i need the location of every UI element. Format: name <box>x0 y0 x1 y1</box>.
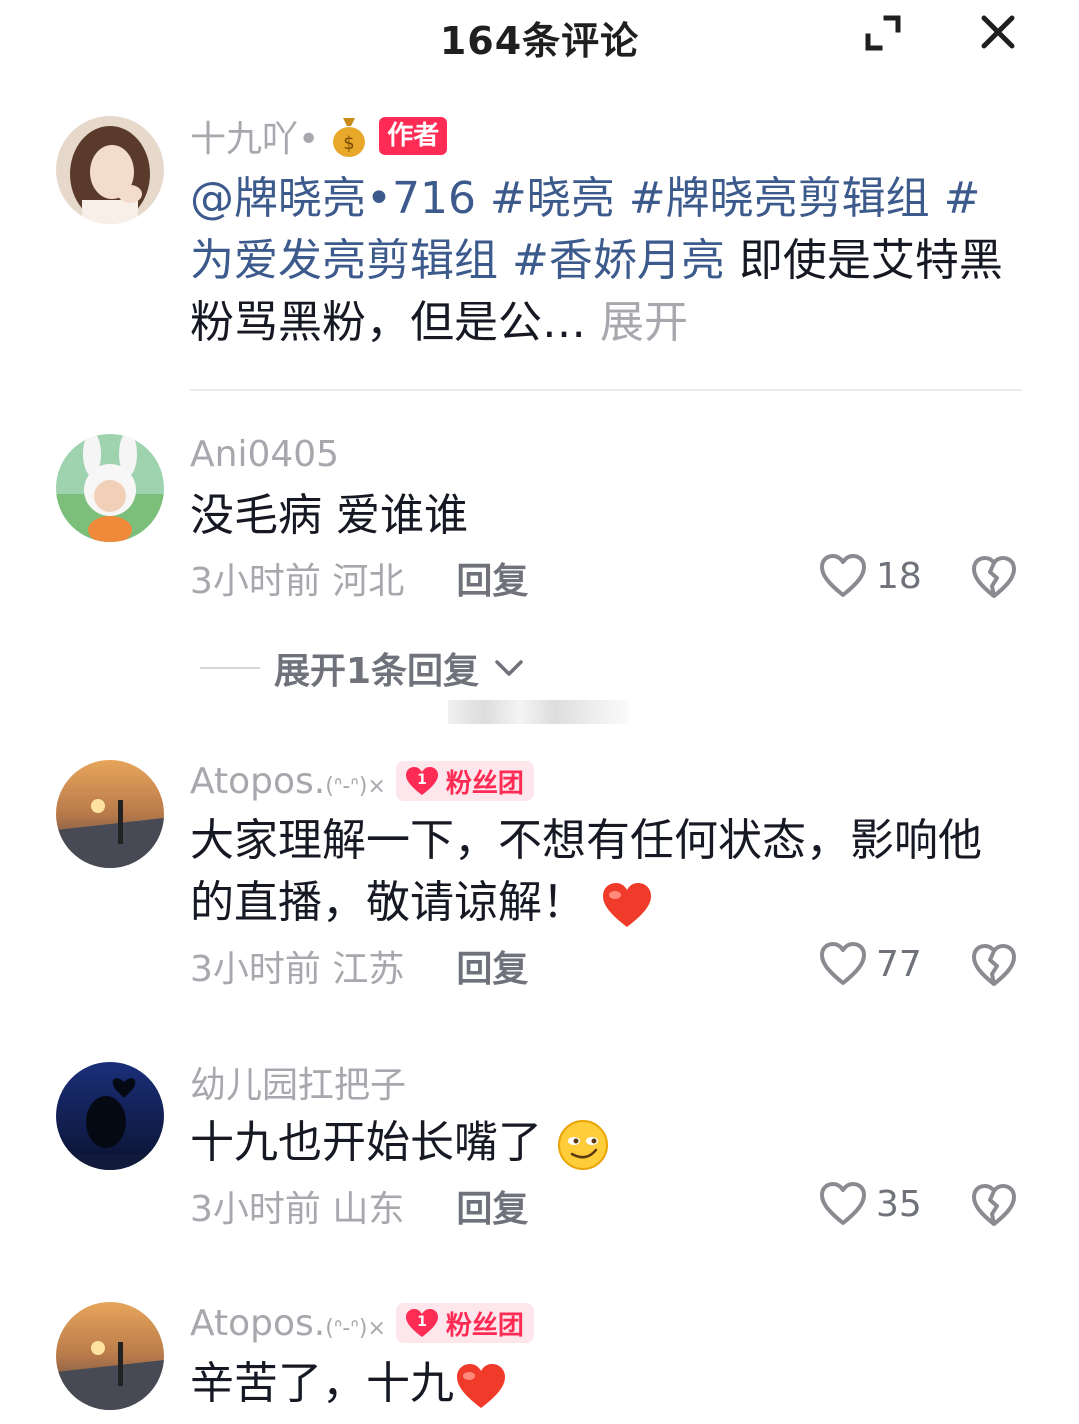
smirk-emoji-icon <box>558 1120 608 1170</box>
username[interactable]: Ani0405 <box>190 434 339 475</box>
blurred-area <box>448 700 628 724</box>
svg-text:1: 1 <box>417 1314 427 1330</box>
reply-button[interactable]: 回复 <box>456 552 528 604</box>
heart-icon <box>820 554 866 597</box>
broken-heart-icon[interactable] <box>970 942 1018 990</box>
comment-text: 辛苦了，十九 <box>190 1353 1020 1415</box>
comment-text: @牌晓亮•716 #晓亮 #牌晓亮剪辑组 #为爱发亮剪辑组 #香娇月亮 即使是艾… <box>190 168 1020 354</box>
avatar[interactable] <box>56 760 164 868</box>
fan-club-badge: 1 粉丝团 <box>395 761 534 801</box>
heart-level-icon: 1 <box>405 767 438 795</box>
expand-replies-label: 展开1条回复 <box>274 651 480 692</box>
red-heart-emoji-icon <box>457 1364 505 1408</box>
close-icon[interactable] <box>976 10 1020 54</box>
money-bag-icon: $ <box>333 118 366 157</box>
comment-text: 没毛病 爱谁谁 <box>190 490 468 541</box>
expand-text-button[interactable]: 展开 <box>600 297 688 348</box>
red-heart-emoji-icon <box>603 883 651 927</box>
divider <box>190 389 1022 391</box>
author-badge: 作者 <box>379 117 448 155</box>
reply-button[interactable]: 回复 <box>456 940 528 992</box>
expand-replies-button[interactable]: 展开1条回复 <box>200 642 525 694</box>
broken-heart-icon[interactable] <box>970 1182 1018 1230</box>
heart-icon <box>820 1182 866 1225</box>
username[interactable]: 十九吖• <box>190 110 319 162</box>
fan-club-label: 粉丝团 <box>445 768 524 799</box>
heart-icon <box>820 942 866 985</box>
like-count: 18 <box>876 555 922 597</box>
reply-button[interactable]: 回复 <box>456 1180 528 1232</box>
like-button[interactable]: 18 <box>818 553 922 599</box>
like-count: 77 <box>876 943 922 985</box>
like-count: 35 <box>876 1183 922 1225</box>
comments-count-title: 164条评论 <box>439 19 640 63</box>
avatar[interactable] <box>56 1062 164 1170</box>
username[interactable]: 幼儿园扛把子 <box>190 1056 406 1108</box>
broken-heart-icon[interactable] <box>970 554 1018 602</box>
fan-club-badge: 1 粉丝团 <box>395 1303 534 1343</box>
expand-fullscreen-icon[interactable] <box>862 12 904 54</box>
svg-text:$: $ <box>344 133 355 154</box>
divider <box>200 667 260 669</box>
time-location: 3小时前 河北 <box>190 561 405 602</box>
avatar[interactable] <box>56 1302 164 1410</box>
avatar[interactable] <box>56 116 164 224</box>
username[interactable]: Atopos.(ᐢ-ᐢ)× <box>190 761 386 802</box>
username-suffix: (ᐢ-ᐢ)× <box>325 773 386 799</box>
heart-level-icon: 1 <box>405 1309 438 1337</box>
like-button[interactable]: 77 <box>818 941 922 987</box>
fan-club-label: 粉丝团 <box>445 1310 524 1341</box>
comments-header: 164条评论 <box>0 0 1079 80</box>
avatar[interactable] <box>56 434 164 542</box>
time-location: 3小时前 山东 <box>190 1189 405 1230</box>
username-suffix: (ᐢ-ᐢ)× <box>325 1315 386 1341</box>
svg-text:1: 1 <box>417 772 427 788</box>
comment-text: 十九也开始长嘴了 <box>190 1112 1020 1174</box>
username[interactable]: Atopos.(ᐢ-ᐢ)× <box>190 1303 386 1344</box>
comment-text: 大家理解一下，不想有任何状态，影响他的直播，敬请谅解！ <box>190 815 982 928</box>
like-button[interactable]: 35 <box>818 1181 922 1227</box>
time-location: 3小时前 江苏 <box>190 949 405 990</box>
chevron-down-icon <box>495 660 523 676</box>
